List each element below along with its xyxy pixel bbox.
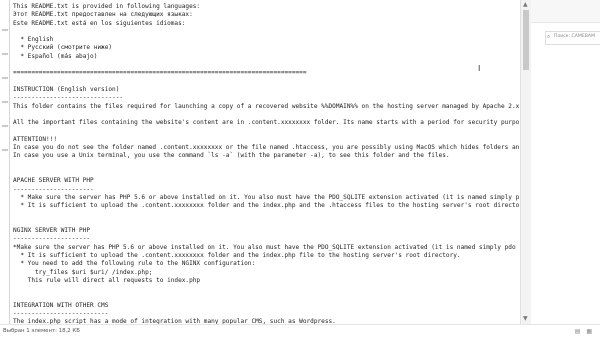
scroll-thumb[interactable] (523, 10, 529, 70)
search-placeholder: Поиск: САМЕВАМ (554, 34, 596, 39)
editor-line: All the important files containing the w… (13, 119, 519, 127)
explorer-right-pane: ⌕ Поиск: САМЕВАМ (531, 0, 600, 337)
nav-tick[interactable] (2, 29, 8, 31)
view-icon[interactable]: ▤ ▦ (575, 328, 594, 335)
editor-line: APACHE SERVER WITH PHP (13, 177, 94, 185)
chevron-down-icon[interactable]: ▼ (523, 315, 528, 322)
editor-line: This rule will direct all requests to in… (13, 276, 201, 284)
status-selection: Выбран 1 элемент: 18,2 КБ (3, 328, 80, 334)
editor-line: * Make sure the server has PHP 5.6 or ab… (13, 193, 519, 201)
editor-line: * Русский (смотрите ниже) (13, 44, 113, 52)
editor-line: ========================================… (13, 69, 307, 77)
editor-line: -------------------------- (13, 309, 109, 317)
editor-line: --------------------- (13, 235, 91, 243)
editor-line: * You need to add the following rule to … (13, 260, 256, 268)
chevron-up-icon[interactable]: ▲ (523, 1, 528, 8)
editor-line: This README.txt is provided in following… (13, 3, 201, 10)
nav-tick[interactable] (2, 149, 8, 151)
editor-line: *Make sure the server has PHP 5.6 or abo… (13, 243, 519, 251)
right-pane-toolbar (531, 0, 600, 23)
editor-line: * It is sufficient to upload the .conten… (13, 202, 519, 210)
editor-line: ---------------------- (13, 185, 94, 193)
editor-line: try_files $uri $uri/ /index.php; (13, 268, 153, 276)
editor-line: ATTENTION!!! (13, 135, 58, 143)
editor-text-area[interactable]: This README.txt is provided in following… (13, 3, 519, 324)
status-bar: Выбран 1 элемент: 18,2 КБ ▤ ▦ (0, 324, 600, 338)
editor-line: In case you use a Unix terminal, you use… (13, 152, 450, 160)
nav-tick[interactable] (2, 53, 8, 55)
editor-line: Este README.txt está en los siguientes i… (13, 19, 186, 27)
search-icon: ⌕ (547, 33, 551, 40)
ibeam-cursor-icon: I (478, 64, 481, 73)
editor-line: Этот README.txt предоставлен на следующи… (13, 11, 193, 19)
editor-line: ------------------------------ (13, 94, 124, 102)
notepad-editor[interactable]: This README.txt is provided in following… (9, 0, 532, 324)
vertical-scrollbar[interactable]: ▲ ▼ (520, 0, 531, 324)
nav-tick[interactable] (2, 101, 8, 103)
nav-tick[interactable] (2, 77, 8, 79)
editor-line: NGINX SERVER WITH PHP (13, 227, 91, 235)
nav-tick[interactable] (2, 125, 8, 127)
editor-line: INSTRUCTION (English version) (13, 85, 120, 93)
editor-line: * Español (más abajo) (13, 52, 98, 60)
editor-line: This folder contains the files required … (13, 102, 519, 110)
editor-line: * It is sufficient to upload the .conten… (13, 251, 461, 259)
search-input[interactable]: ⌕ Поиск: САМЕВАМ (545, 31, 600, 45)
editor-line: INTEGRATION WITH OTHER CMS (13, 301, 109, 309)
